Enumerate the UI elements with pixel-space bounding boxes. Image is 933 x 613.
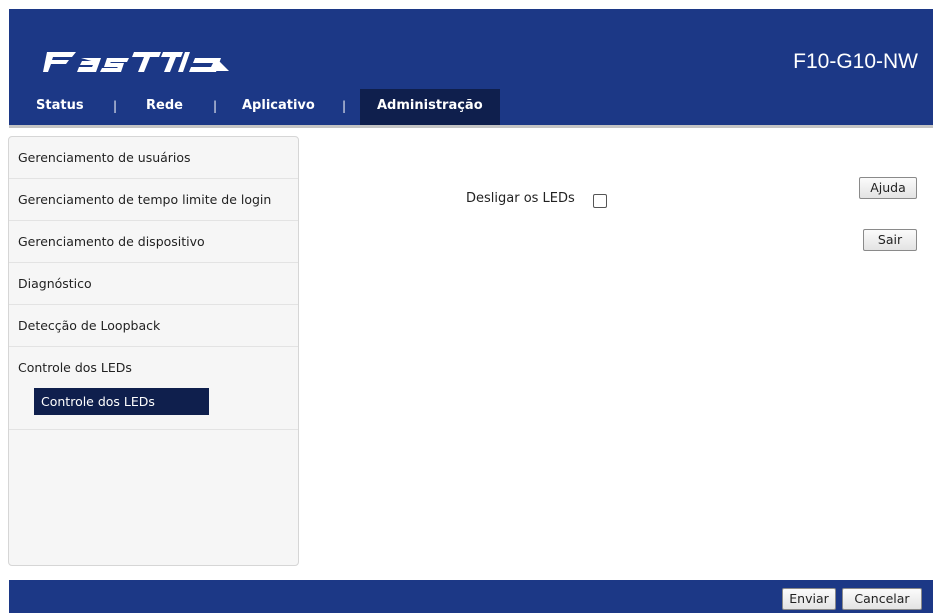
sidebar-item-loopback[interactable]: Detecção de Loopback xyxy=(9,305,298,347)
nav-separator: | xyxy=(113,99,118,113)
sidebar-item-user-management[interactable]: Gerenciamento de usuários xyxy=(9,137,298,179)
led-off-label: Desligar os LEDs xyxy=(466,191,575,206)
brand-logo xyxy=(43,52,229,72)
header-bar: F10-G10-NW xyxy=(9,9,933,89)
device-model: F10-G10-NW xyxy=(793,50,918,73)
nav-separator: | xyxy=(213,99,218,113)
led-off-checkbox[interactable] xyxy=(593,194,607,208)
sidebar-item-led-control[interactable]: Controle dos LEDs xyxy=(9,347,298,388)
top-nav: Status | Rede | Aplicativo | Administraç… xyxy=(9,89,933,125)
sidebar-item-device-management[interactable]: Gerenciamento de dispositivo xyxy=(9,221,298,263)
nav-status[interactable]: Status xyxy=(36,89,84,125)
nav-aplicativo[interactable]: Aplicativo xyxy=(242,89,315,125)
nav-rede[interactable]: Rede xyxy=(146,89,183,125)
sidebar-item-login-timeout[interactable]: Gerenciamento de tempo limite de login xyxy=(9,179,298,221)
sidebar-subitem-led-control[interactable]: Controle dos LEDs xyxy=(34,388,209,415)
cancel-button[interactable]: Cancelar xyxy=(842,588,922,610)
sidebar-item-diagnostics[interactable]: Diagnóstico xyxy=(9,263,298,305)
help-button[interactable]: Ajuda xyxy=(859,177,917,199)
nav-administracao[interactable]: Administração xyxy=(360,89,500,125)
submit-button[interactable]: Enviar xyxy=(782,588,836,610)
sidebar-group-led-control: Controle dos LEDs Controle dos LEDs xyxy=(9,347,298,430)
sidebar-menu: Gerenciamento de usuários Gerenciamento … xyxy=(8,136,299,566)
nav-divider xyxy=(9,125,933,128)
exit-button[interactable]: Sair xyxy=(863,229,917,251)
nav-separator: | xyxy=(342,99,347,113)
